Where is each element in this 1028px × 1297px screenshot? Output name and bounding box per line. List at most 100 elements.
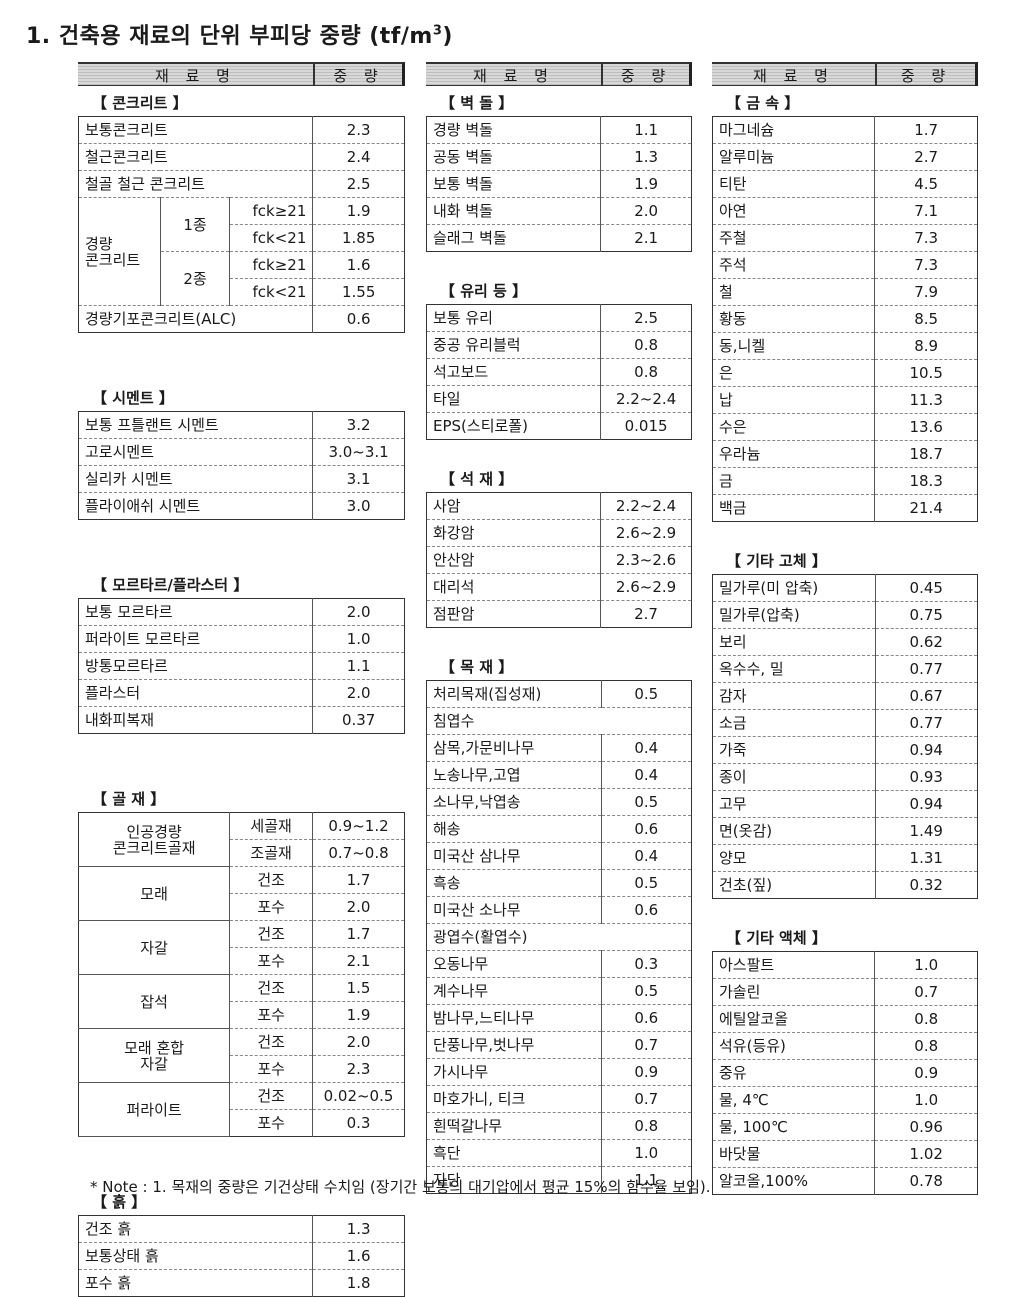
material-name-cell: 중공 유리블럭 xyxy=(426,331,601,359)
weight-value-cell: 0.9 xyxy=(874,1059,978,1087)
table-row: 경량 콘크리트 1종 fck≥21 1.9 xyxy=(78,197,405,306)
material-name-cell: 해송 xyxy=(426,815,601,843)
material-name-cell: 미국산 삼나무 xyxy=(426,842,601,870)
table-row: 잡석 건조 1.5 xyxy=(78,974,405,1029)
table-row: 대리석 2.6~2.9 xyxy=(426,573,692,601)
material-name-cell: 사암 xyxy=(426,492,601,520)
weight-value-cell: 2.0 xyxy=(312,679,405,707)
material-name-cell: 철 xyxy=(712,278,875,306)
weight-value-cell: 0.5 xyxy=(600,977,692,1005)
weight-value-cell: 4.5 xyxy=(874,170,978,198)
table-row: 금 18.3 xyxy=(712,467,978,495)
weight-value-cell: 3.2 xyxy=(312,411,405,439)
table-row: 계수나무 0.5 xyxy=(426,977,692,1005)
table-row: 흑송 0.5 xyxy=(426,869,692,897)
header-name: 재 료 명 xyxy=(426,62,601,86)
condition-cell: 건조 xyxy=(229,1082,313,1110)
table-row: 보통콘크리트 2.3 xyxy=(78,116,405,144)
material-name-cell: 포수 흙 xyxy=(78,1269,313,1297)
table-row: 백금 21.4 xyxy=(712,494,978,522)
table-row: 내화 벽돌 2.0 xyxy=(426,197,692,225)
material-name-cell: 물, 100℃ xyxy=(712,1113,875,1141)
weight-value-cell: 2.3 xyxy=(312,116,405,144)
material-name-cell: 내화피복재 xyxy=(78,706,313,734)
weight-value-cell: 2.5 xyxy=(600,304,692,332)
weight-value-cell: 0.77 xyxy=(874,655,978,683)
brick-table: 경량 벽돌 1.1 공동 벽돌 1.3 보통 벽돌 1.9 내화 벽돌 2.0 슬래그 벽돌 2.… xyxy=(426,116,692,252)
column-3: 재 료 명 중 량 【 금 속 】 마그네슘 1.7 알루미늄 2.7 티탄 4.5 아연 7… xyxy=(712,62,978,1195)
table-row: 알코올,100% 0.78 xyxy=(712,1167,978,1195)
table-row: 알루미늄 2.7 xyxy=(712,143,978,171)
material-name-cell: 보통 유리 xyxy=(426,304,601,332)
table-row: 퍼라이트 모르타르 1.0 xyxy=(78,625,405,653)
condition-cell: 건조 xyxy=(229,866,313,894)
material-name-cell: 대리석 xyxy=(426,573,601,601)
weight-value-cell: 0.4 xyxy=(600,734,692,762)
weight-value-cell: 1.3 xyxy=(312,1215,405,1243)
weight-value-cell: 2.0 xyxy=(312,598,405,626)
weight-value-cell: 1.31 xyxy=(874,844,978,872)
header-name: 재 료 명 xyxy=(712,62,875,86)
weight-value-cell: 0.45 xyxy=(874,574,978,602)
table-row: 흰떡갈나무 0.8 xyxy=(426,1112,692,1140)
table-row: 보통상태 흙 1.6 xyxy=(78,1242,405,1270)
weight-value-cell: 1.9 xyxy=(312,1001,405,1029)
weight-value-cell: 8.5 xyxy=(874,305,978,333)
table-row: 방통모르타르 1.1 xyxy=(78,652,405,680)
material-name-cell: 건조 흙 xyxy=(78,1215,313,1243)
material-name-cell: 알루미늄 xyxy=(712,143,875,171)
weight-value-cell: 0.5 xyxy=(600,869,692,897)
header-weight: 중 량 xyxy=(875,62,978,86)
condition-cell: 포수 xyxy=(229,947,313,975)
material-name-cell: 처리목재(집성재) xyxy=(426,680,601,708)
material-name-cell: 양모 xyxy=(712,844,876,872)
table-row: 물, 100℃ 0.96 xyxy=(712,1113,978,1141)
material-name-cell: 동,니켈 xyxy=(712,332,875,360)
material-name-cell: 보통 프틀랜트 시멘트 xyxy=(78,411,313,439)
cement-table: 보통 프틀랜트 시멘트 3.2 고로시멘트 3.0~3.1 실리카 시멘트 3.1 플라이애… xyxy=(78,411,405,520)
weight-value-cell: 2.0 xyxy=(312,893,405,921)
material-name-cell: 오동나무 xyxy=(426,950,601,978)
table-row: 가시나무 0.9 xyxy=(426,1058,692,1086)
weight-value-cell: 0.75 xyxy=(874,601,978,629)
table-row: 모래 혼합 자갈 건조 2.0 xyxy=(78,1028,405,1083)
weight-value-cell: 0.6 xyxy=(600,815,692,843)
material-name-cell: 실리카 시멘트 xyxy=(78,465,313,493)
table-row: 가솔린 0.7 xyxy=(712,978,978,1006)
weight-value-cell: 0.8 xyxy=(600,1112,692,1140)
condition-cell: fck<21 xyxy=(229,278,313,306)
table-row: 티탄 4.5 xyxy=(712,170,978,198)
weight-value-cell: 0.93 xyxy=(874,763,978,791)
table-row: 해송 0.6 xyxy=(426,815,692,843)
table-row: 보리 0.62 xyxy=(712,628,978,656)
table-row: 사암 2.2~2.4 xyxy=(426,492,692,520)
material-name-cell: 흑단 xyxy=(426,1139,601,1167)
weight-value-cell: 0.78 xyxy=(874,1167,978,1195)
table-row: 밀가루(압축) 0.75 xyxy=(712,601,978,629)
material-name-cell: 내화 벽돌 xyxy=(426,197,601,225)
group-label-cell: 모래 xyxy=(78,866,230,921)
table-row: 중공 유리블럭 0.8 xyxy=(426,331,692,359)
weight-value-cell: 0.4 xyxy=(600,842,692,870)
table-row: 우라늄 18.7 xyxy=(712,440,978,468)
aggregate-table: 인공경량 콘크리트골재 세골재 0.9~1.2 조골재 0.7~0.8 모래 건조 1.7 포수… xyxy=(78,812,405,1137)
table-row: 감자 0.67 xyxy=(712,682,978,710)
weight-value-cell: 1.0 xyxy=(874,1086,978,1114)
material-name-cell: 철골 철근 콘크리트 xyxy=(78,170,313,198)
weight-value-cell: 0.7 xyxy=(874,978,978,1006)
table-row: 퍼라이트 건조 0.02~0.5 xyxy=(78,1082,405,1137)
material-name-cell: 미국산 소나무 xyxy=(426,896,601,924)
weight-value-cell: 0.62 xyxy=(874,628,978,656)
table-row: 침엽수 xyxy=(426,707,692,735)
table-row: 건초(짚) 0.32 xyxy=(712,871,978,899)
table-row: 처리목재(집성재) 0.5 xyxy=(426,680,692,708)
material-name-cell: 옥수수, 밀 xyxy=(712,655,876,683)
table-row: 인공경량 콘크리트골재 세골재 0.9~1.2 xyxy=(78,812,405,867)
weight-value-cell: 1.8 xyxy=(312,1269,405,1297)
page-title: 1. 건축용 재료의 단위 부피당 중량 (tf/m3) xyxy=(26,23,453,49)
group-label-cell: 자갈 xyxy=(78,920,230,975)
header-weight: 중 량 xyxy=(601,62,692,86)
material-name-cell: 우라늄 xyxy=(712,440,875,468)
weight-value-cell: 7.9 xyxy=(874,278,978,306)
table-row: 내화피복재 0.37 xyxy=(78,706,405,734)
